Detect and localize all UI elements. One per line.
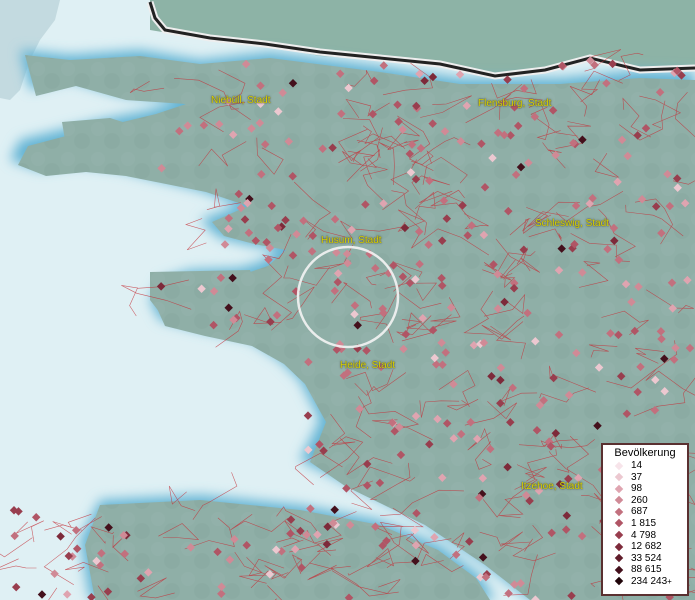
legend-value-last: 234 243 — [631, 575, 668, 587]
city-label-niebuell[interactable]: Niebüll, Stadt — [211, 95, 270, 106]
legend-value: 88 615 — [631, 564, 662, 576]
legend-row: 260 — [603, 495, 687, 507]
city-label-schleswig[interactable]: Schleswig, Stadt — [535, 218, 609, 229]
legend-row: 687 — [603, 506, 687, 518]
legend: Bevölkerung 14 37 98 260 687 1 815 4 798… — [601, 443, 689, 596]
legend-value: 260 — [631, 494, 648, 506]
legend-swatch — [614, 519, 624, 528]
legend-value: 33 524 — [631, 552, 662, 564]
legend-swatch — [614, 484, 624, 493]
legend-title: Bevölkerung — [614, 447, 676, 459]
legend-swatch — [614, 496, 624, 505]
city-label-heide[interactable]: Heide, Stadt — [340, 360, 395, 371]
legend-row: 14 — [603, 460, 687, 472]
legend-row: 98 — [603, 483, 687, 495]
legend-row: 33 524 — [603, 553, 687, 565]
legend-swatch — [614, 507, 624, 517]
legend-value: 234 243+ — [631, 576, 672, 588]
city-label-flensburg[interactable]: Flensburg, Stadt — [478, 98, 551, 109]
legend-value: 4 798 — [631, 529, 657, 541]
legend-swatch — [614, 542, 624, 551]
legend-value: 14 — [631, 460, 643, 471]
legend-row: 88 615 — [603, 564, 687, 576]
legend-value: 12 682 — [631, 541, 662, 553]
legend-row: 12 682 — [603, 541, 687, 553]
map-canvas[interactable] — [0, 0, 695, 600]
legend-row: 4 798 — [603, 530, 687, 542]
legend-swatch — [614, 461, 624, 470]
legend-swatch — [614, 565, 624, 575]
legend-swatch — [614, 577, 624, 586]
legend-swatch — [614, 472, 624, 482]
legend-swatch — [614, 530, 624, 540]
city-label-itzehoe[interactable]: Itzehoe, Stadt — [521, 481, 583, 492]
city-label-husum[interactable]: Husum, Stadt — [321, 235, 382, 246]
legend-row: 1 815 — [603, 518, 687, 530]
legend-row: 234 243+ — [603, 576, 687, 588]
legend-swatch — [614, 554, 624, 563]
legend-plus-suffix: + — [667, 576, 672, 586]
legend-row: 37 — [603, 472, 687, 484]
legend-value: 687 — [631, 506, 648, 518]
legend-value: 98 — [631, 483, 643, 495]
legend-value: 37 — [631, 471, 643, 483]
legend-value: 1 815 — [631, 517, 657, 529]
